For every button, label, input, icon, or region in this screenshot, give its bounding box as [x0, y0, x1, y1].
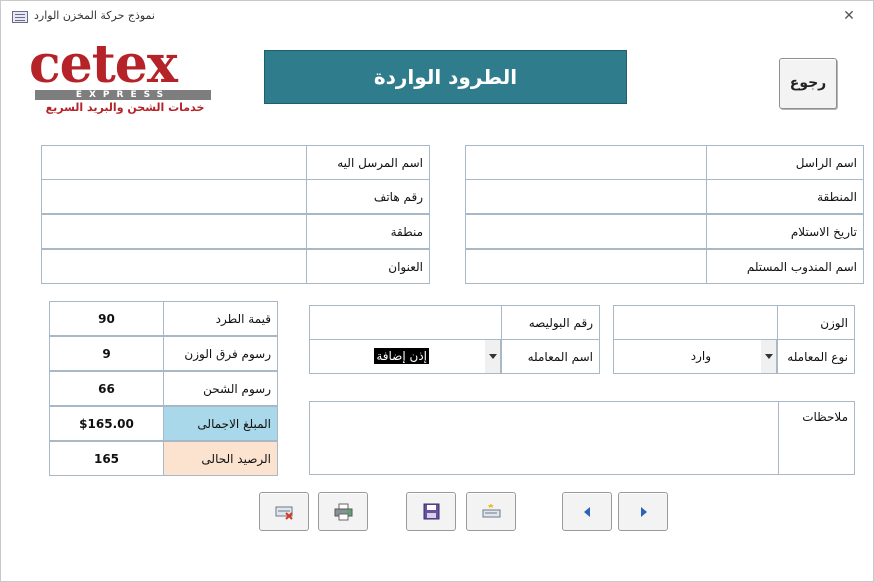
sender-name-input[interactable]: [465, 145, 707, 180]
weight-diff-fee-label: رسوم فرق الوزن: [163, 336, 278, 371]
recipient-region-input[interactable]: [41, 214, 307, 249]
transaction-type-label: نوع المعامله: [777, 339, 855, 374]
receiving-rep-input[interactable]: [465, 249, 707, 284]
policy-number-input[interactable]: [309, 305, 502, 340]
total-amount[interactable]: $165.00: [49, 406, 164, 441]
page-title: الطرود الواردة: [264, 50, 627, 104]
sender-region-label: المنطقة: [706, 179, 864, 214]
parcel-value[interactable]: 90: [49, 301, 164, 336]
transaction-type-select[interactable]: وارد: [613, 339, 778, 374]
receipt-date-label: تاريخ الاستلام: [706, 214, 864, 249]
phone-label: رقم هاتف: [306, 179, 430, 214]
previous-icon: [584, 507, 590, 517]
weight-input[interactable]: [613, 305, 778, 340]
sender-name-label: اسم الراسل: [706, 145, 864, 180]
logo-subtitle: خدمات الشحن والبريد السريع: [45, 101, 205, 114]
logo-word: cetex: [29, 34, 178, 95]
transaction-name-value: إذن إضافة: [374, 348, 429, 364]
chevron-down-icon[interactable]: [485, 340, 501, 373]
recipient-name-label: اسم المرسل اليه: [306, 145, 430, 180]
previous-record-button[interactable]: [562, 492, 612, 531]
policy-number-label: رقم البوليصه: [501, 305, 600, 340]
total-amount-label: المبلغ الاجمالى: [163, 406, 278, 441]
chevron-down-icon[interactable]: [761, 340, 777, 373]
shipping-fee-label: رسوم الشحن: [163, 371, 278, 406]
company-logo: cetex EXPRESS خدمات الشحن والبريد السريع: [29, 35, 215, 121]
window-title: نموذج حركة المخزن الوارد: [34, 9, 155, 22]
weight-label: الوزن: [777, 305, 855, 340]
current-balance-label: الرصيد الحالى: [163, 441, 278, 476]
transaction-name-label: اسم المعامله: [501, 339, 600, 374]
phone-input[interactable]: [41, 179, 307, 214]
next-icon: [641, 507, 647, 517]
sender-region-input[interactable]: [465, 179, 707, 214]
close-button[interactable]: ✕: [836, 8, 862, 26]
new-record-icon: [482, 503, 501, 518]
print-button[interactable]: [318, 492, 368, 531]
app-window: نموذج حركة المخزن الوارد ✕ cetex EXPRESS…: [0, 0, 874, 582]
transaction-type-value: وارد: [690, 349, 711, 363]
print-icon: [334, 503, 353, 521]
form-icon: [12, 11, 28, 23]
logo-express: EXPRESS: [75, 90, 171, 100]
receipt-date-input[interactable]: [465, 214, 707, 249]
save-icon: [423, 503, 440, 520]
address-input[interactable]: [41, 249, 307, 284]
parcel-value-label: قيمة الطرد: [163, 301, 278, 336]
recipient-name-input[interactable]: [41, 145, 307, 180]
save-button[interactable]: [406, 492, 456, 531]
address-label: العنوان: [306, 249, 430, 284]
delete-record-icon: [275, 506, 293, 520]
next-record-button[interactable]: [618, 492, 668, 531]
shipping-fee[interactable]: 66: [49, 371, 164, 406]
delete-record-button[interactable]: [259, 492, 309, 531]
title-bar: نموذج حركة المخزن الوارد ✕: [1, 1, 873, 31]
back-button[interactable]: رجوع: [779, 58, 837, 109]
notes-label: ملاحظات: [778, 401, 855, 475]
recipient-region-label: منطقة: [306, 214, 430, 249]
transaction-name-select[interactable]: إذن إضافة: [309, 339, 502, 374]
current-balance[interactable]: 165: [49, 441, 164, 476]
notes-textarea[interactable]: [309, 401, 779, 475]
weight-diff-fee[interactable]: 9: [49, 336, 164, 371]
new-record-button[interactable]: [466, 492, 516, 531]
receiving-rep-label: اسم المندوب المستلم: [706, 249, 864, 284]
